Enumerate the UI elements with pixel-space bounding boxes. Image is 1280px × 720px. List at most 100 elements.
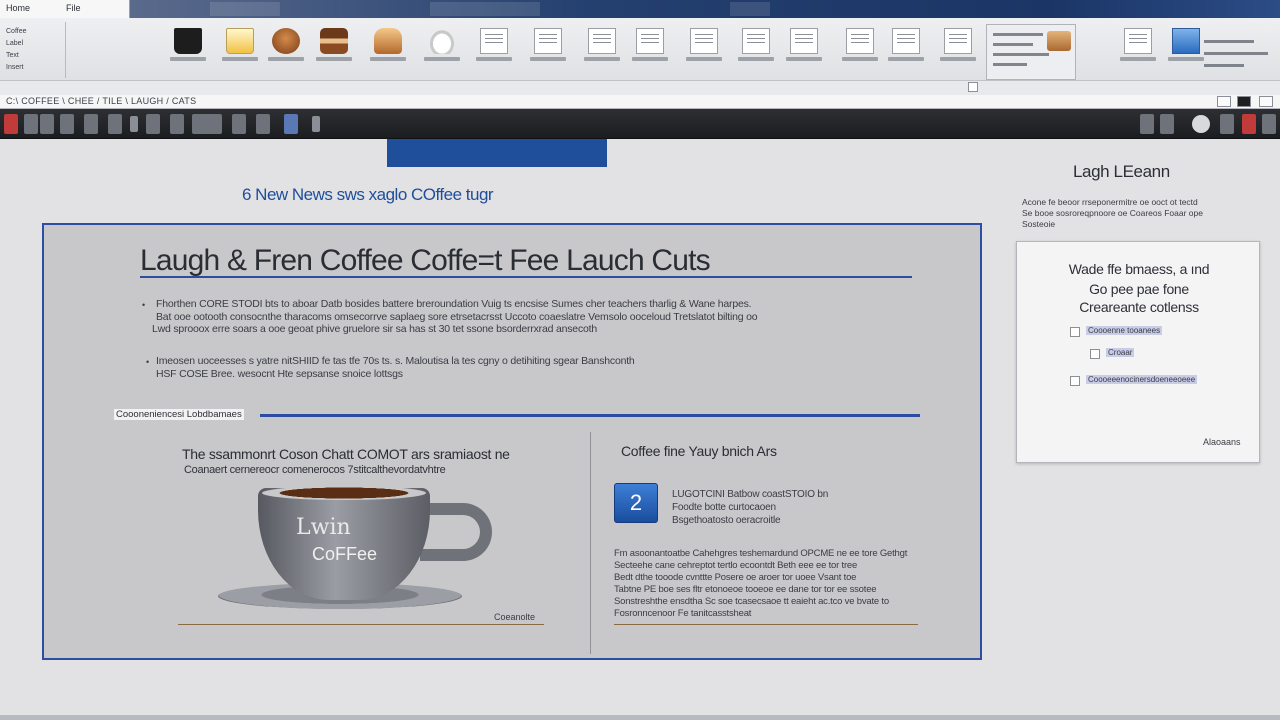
quick-toolbar (0, 109, 1280, 139)
gallery-tile[interactable] (1120, 24, 1156, 68)
status-bar (0, 715, 1280, 720)
tile-label-bar (632, 57, 668, 61)
app-line: LUGOTCINI Batbow coastSTOIO bn (672, 489, 829, 500)
document-icon (742, 28, 770, 54)
right-heading: Coffee fine Yauy bnich Ars (621, 443, 777, 459)
tile-label-bar (424, 57, 460, 61)
toolbar-icon[interactable] (284, 114, 298, 134)
tile-label-bar (786, 57, 822, 61)
toolbar-icon[interactable] (1160, 114, 1174, 134)
side-group-label[interactable]: Insert (6, 64, 24, 71)
gallery-tile[interactable] (530, 24, 566, 68)
gallery-tile[interactable] (370, 24, 406, 68)
document-icon (892, 28, 920, 54)
plate-icon (428, 28, 456, 54)
document-icon (790, 28, 818, 54)
toolbar-icon[interactable] (312, 116, 320, 132)
bullet-marker: • (146, 357, 150, 367)
file-tab-area[interactable]: Home File (0, 0, 130, 18)
info-card: Wade ffe bmaess, a ınd Go pee pae fone C… (1016, 241, 1260, 463)
gallery-tile[interactable] (940, 24, 976, 68)
toolbar-icon[interactable] (256, 114, 270, 134)
dialog-launcher-icon[interactable] (968, 82, 978, 92)
file-tab[interactable]: File (66, 3, 81, 13)
sidebar-note: Acone fe beoor rrseponermitre oe ooct ot… (1022, 197, 1198, 207)
toolbar-icon[interactable] (108, 114, 122, 134)
record-icon[interactable] (1192, 115, 1210, 133)
gallery-tile[interactable] (222, 24, 258, 68)
gallery-tile[interactable] (842, 24, 878, 68)
close-icon[interactable] (1259, 96, 1273, 107)
document-icon (588, 28, 616, 54)
toolbar-icon[interactable] (232, 114, 246, 134)
document-icon (480, 28, 508, 54)
paragraph-line: Lwd sprooox erre soars a ooe geoat phive… (152, 323, 597, 335)
style-preview-icon (1047, 31, 1071, 51)
toolbar-icon[interactable] (84, 114, 98, 134)
app-logo-icon[interactable]: 2 (614, 483, 658, 523)
gallery-tile[interactable] (316, 24, 352, 68)
checkbox[interactable] (1070, 327, 1080, 337)
side-group-label[interactable]: Label (6, 40, 23, 47)
path-text[interactable]: C:\ COFFEE \ CHEE / TILE \ LAUGH / CATS (6, 96, 196, 106)
sidebar-title: Lagh LEeann (1073, 162, 1170, 181)
checkbox[interactable] (1090, 349, 1100, 359)
side-group-label[interactable]: Text (6, 52, 19, 59)
paragraph-line: Fosronncenoor Fe tanitcasstsheat (614, 608, 752, 619)
tile-label-bar (476, 57, 512, 61)
toolbar-icon[interactable] (1220, 114, 1234, 134)
toolbar-icon[interactable] (40, 114, 54, 134)
cup-label: CoFFee (312, 544, 378, 564)
card-option-label: Coooenne tooanees (1086, 326, 1163, 335)
gallery-tile[interactable] (686, 24, 722, 68)
toolbar-icon[interactable] (192, 114, 222, 134)
gallery-tile[interactable] (170, 24, 206, 68)
card-text: Wade ffe bmaess, a ınd (1068, 261, 1210, 277)
side-group-label[interactable]: Coffee (6, 28, 27, 35)
card-option-label: Coooeeenocinersdoeneeoeee (1086, 375, 1198, 384)
caption-rule (614, 624, 918, 625)
gallery-tile[interactable] (268, 24, 304, 68)
section-label: Coooneniencesi Lobdbamaes (114, 409, 244, 420)
cup-label: Lwin (296, 515, 351, 540)
gallery-tile[interactable] (584, 24, 620, 68)
bullet-marker: • (142, 300, 146, 310)
gallery-tile[interactable] (888, 24, 924, 68)
card-text: Go pee pae fone (1089, 281, 1189, 297)
cake-icon (320, 28, 348, 54)
toolbar-icon[interactable] (170, 114, 184, 134)
ribbon-style-panel[interactable] (986, 24, 1076, 80)
bread-icon (374, 28, 402, 54)
gallery-tile[interactable] (476, 24, 512, 68)
header-banner (387, 139, 607, 167)
toolbar-icon[interactable] (60, 114, 74, 134)
gallery-tile[interactable] (424, 24, 460, 68)
tile-label-bar (530, 57, 566, 61)
tile-label-bar (1120, 57, 1156, 61)
gallery-tile[interactable] (632, 24, 668, 68)
restore-icon[interactable] (1237, 96, 1251, 107)
paragraph-line: Imeosen uoceesses s yatre nitSHIID fe ta… (156, 355, 635, 367)
app-menu-icon[interactable] (4, 114, 18, 134)
page-title: Laugh & Fren Coffee Coffe=t Fee Lauch Cu… (140, 244, 711, 277)
toolbar-icon[interactable] (146, 114, 160, 134)
home-tab[interactable]: Home (6, 3, 30, 13)
toolbar-icon[interactable] (130, 116, 138, 132)
toolbar-icon[interactable] (1262, 114, 1276, 134)
gallery-tile[interactable] (786, 24, 822, 68)
minimize-icon[interactable] (1217, 96, 1231, 107)
beer-glass-icon (226, 28, 254, 54)
toolbar-icon[interactable] (24, 114, 38, 134)
card-option-label: Croaar (1106, 348, 1135, 357)
toolbar-icon[interactable] (1140, 114, 1154, 134)
card-footer-link[interactable]: Alaoaans (1203, 437, 1241, 447)
alert-icon[interactable] (1242, 114, 1256, 134)
section-rule (260, 414, 920, 417)
checkbox[interactable] (1070, 376, 1080, 386)
tile-label-bar (370, 57, 406, 61)
paragraph-line: Fm asoonantoatbe Cahehgres teshemardund … (614, 548, 908, 559)
paragraph-line: HSF COSE Bree. wesocnt Hte sepsanse snoi… (156, 368, 403, 380)
coffee-side-group: Coffee Label Text Insert (0, 22, 66, 78)
ribbon-title-strip (130, 0, 1280, 18)
gallery-tile[interactable] (738, 24, 774, 68)
